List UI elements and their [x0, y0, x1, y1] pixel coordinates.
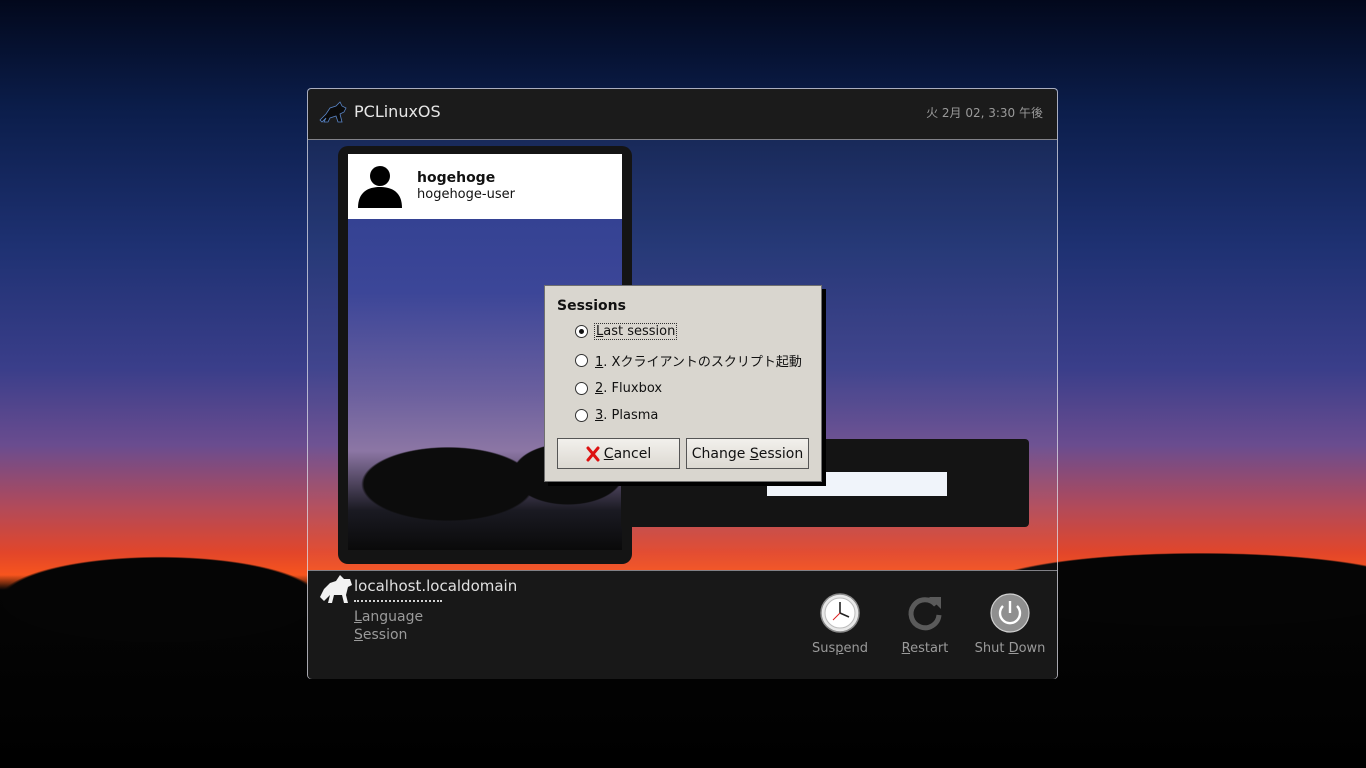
radio-icon — [575, 381, 588, 395]
suspend-button[interactable]: Suspend — [798, 593, 882, 656]
radio-icon — [575, 353, 588, 367]
session-menu-link[interactable]: Session — [354, 627, 407, 643]
session-option-last[interactable]: Last session — [575, 321, 678, 341]
greeter-footer: localhost.localdomain Language Session S… — [308, 570, 1057, 679]
pclinuxos-logo-icon — [319, 101, 347, 123]
change-session-button[interactable]: Change Session — [686, 438, 809, 469]
cancel-x-icon — [586, 446, 600, 461]
shutdown-button[interactable]: Shut Down — [968, 593, 1052, 656]
power-icon — [990, 593, 1030, 633]
session-option-label: 2. Fluxbox — [595, 380, 663, 396]
user-avatar-icon — [358, 166, 402, 208]
hostname: localhost.localdomain — [354, 577, 518, 595]
session-option-fluxbox[interactable]: 2. Fluxbox — [575, 378, 662, 398]
greeter-header: PCLinuxOS 火 2月 02, 3:30 午後 — [308, 89, 1057, 140]
hostname-underline — [354, 600, 442, 602]
session-option-plasma[interactable]: 3. Plasma — [575, 405, 658, 425]
restart-button[interactable]: Restart — [883, 593, 967, 656]
user-display-name: hogehoge — [417, 170, 496, 186]
sessions-dialog: Sessions Last session 1. Xクライアントのスクリプト起動… — [544, 285, 822, 482]
user-login-name: hogehoge-user — [417, 187, 515, 202]
radio-icon — [575, 408, 588, 422]
language-menu-link[interactable]: Language — [354, 609, 423, 625]
cancel-button[interactable]: Cancel — [557, 438, 680, 469]
session-option-label: 3. Plasma — [595, 407, 659, 423]
restart-icon — [908, 597, 942, 631]
user-item[interactable]: hogehoge hogehoge-user — [348, 154, 622, 219]
clock-icon — [820, 593, 860, 633]
session-option-label: 1. Xクライアントのスクリプト起動 — [595, 354, 802, 370]
distro-name: PCLinuxOS — [354, 102, 441, 121]
session-option-xclient[interactable]: 1. Xクライアントのスクリプト起動 — [575, 350, 802, 370]
radio-checked-icon — [575, 324, 588, 338]
clock: 火 2月 02, 3:30 午後 — [926, 106, 1043, 120]
session-option-label: Last session — [593, 322, 678, 340]
dialog-title: Sessions — [557, 298, 626, 314]
panther-logo-icon — [320, 575, 352, 603]
